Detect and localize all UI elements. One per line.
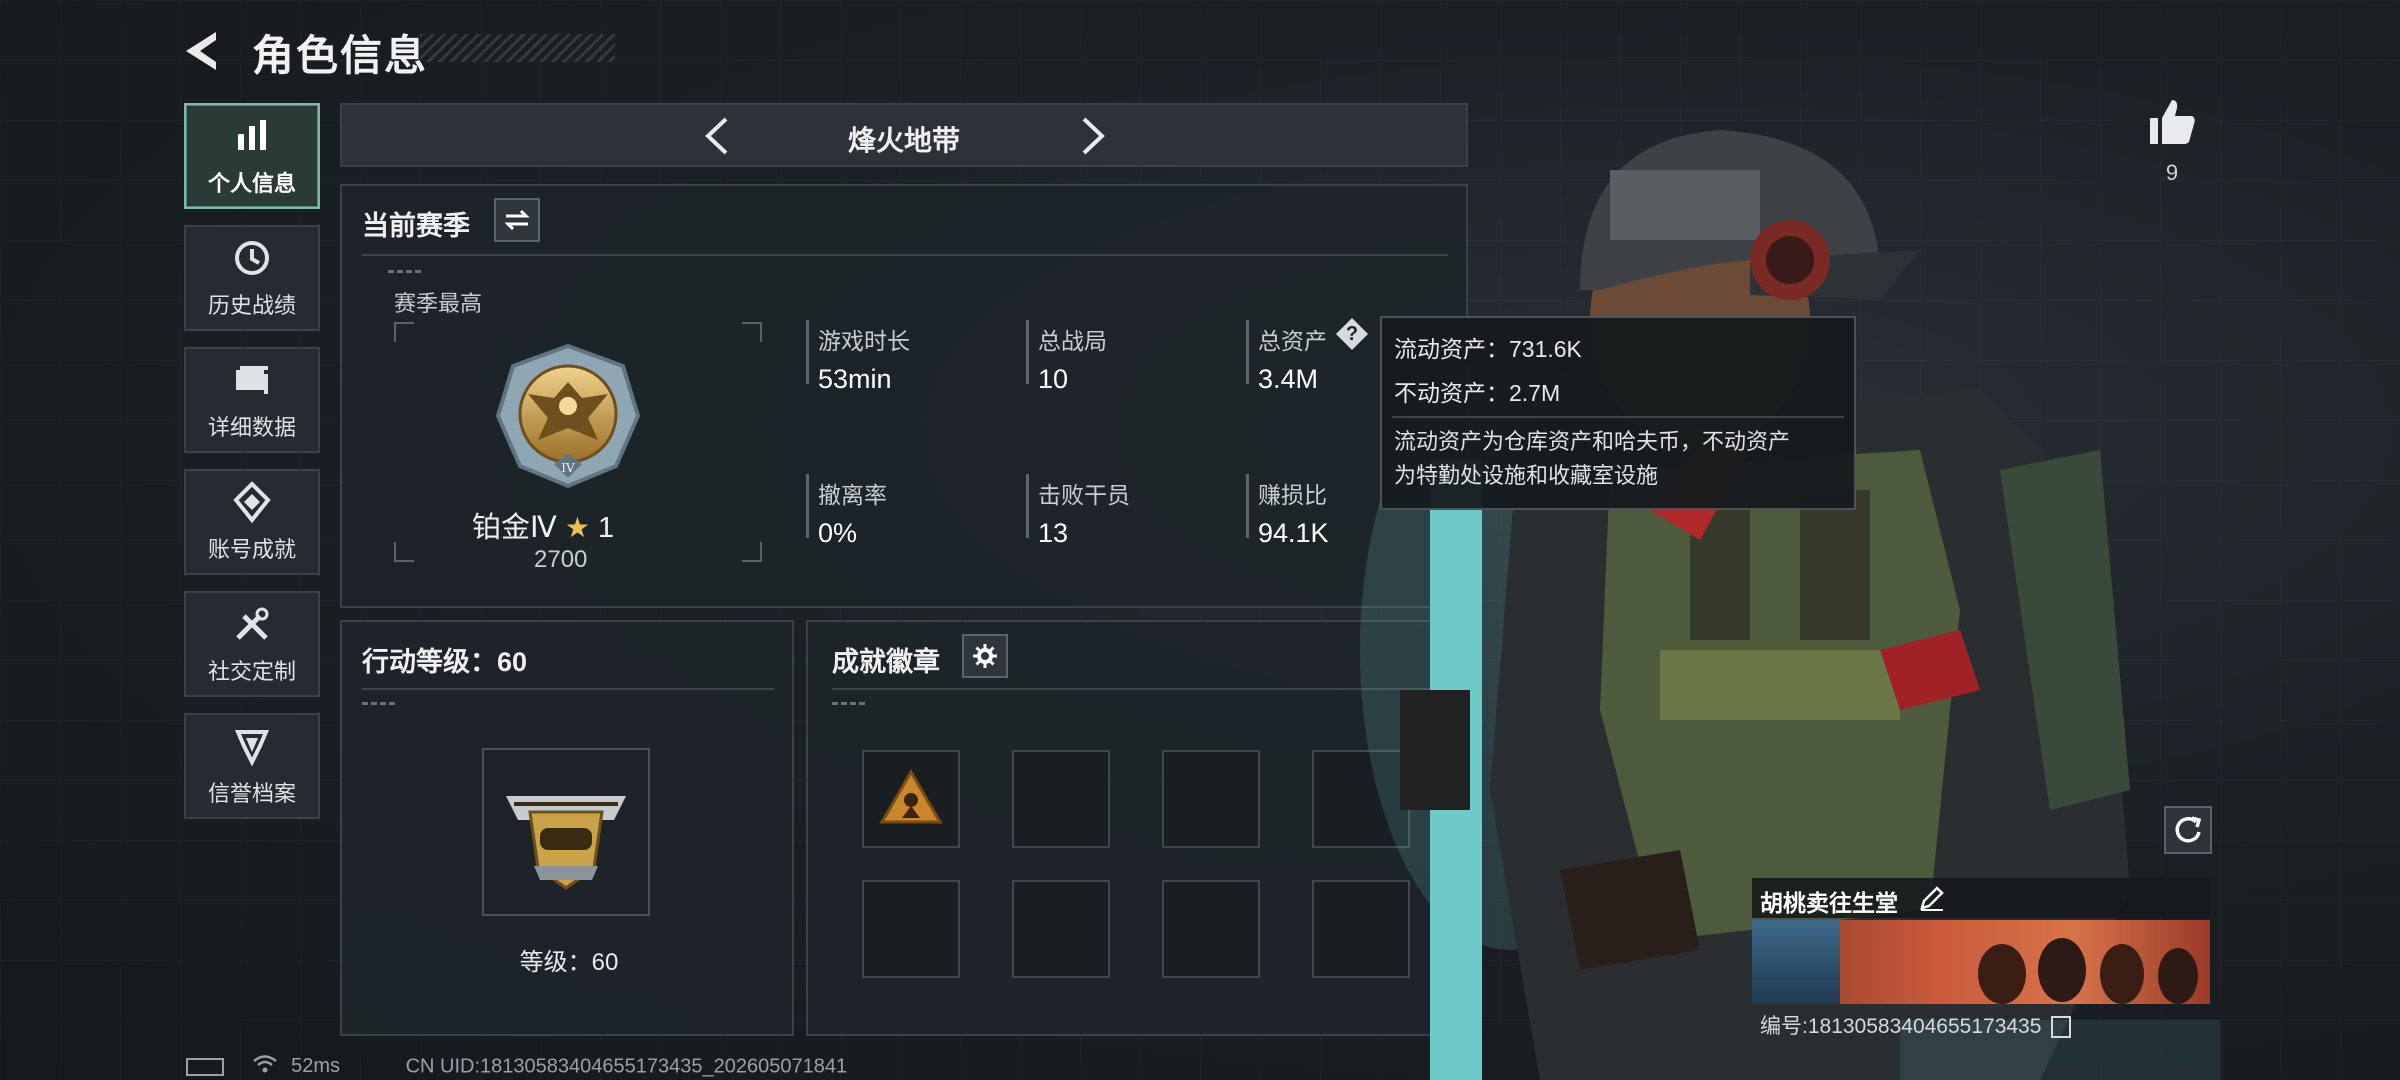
assets-tooltip: 流动资产：731.6K 不动资产：2.7M 流动资产为仓库资产和哈夫币，不动资产… (1380, 316, 1856, 510)
clock-icon (235, 241, 269, 275)
shield-icon (234, 730, 270, 767)
achievement-slot[interactable] (1162, 880, 1260, 978)
rank-name: 铂金Ⅳ (472, 512, 557, 544)
tooltip-liquid-assets: 流动资产：731.6K (1394, 336, 1582, 362)
player-id: 编号:1813058340465517​3435 (1760, 1015, 2042, 1038)
copy-icon[interactable] (2051, 1016, 2072, 1039)
gear-icon (973, 644, 997, 668)
sidebar-item-label: 历史战绩 (207, 293, 296, 318)
season-best-label: 赛季最高 (394, 291, 483, 316)
status-bar: 52ms CN UID:1813058340465517​3435_202605… (186, 1054, 847, 1080)
battery-icon (186, 1058, 224, 1076)
sidebar-item-label: 个人信息 (207, 171, 296, 196)
rank-name-row: 铂金Ⅳ ★ 1 (472, 504, 614, 546)
achievement-slot[interactable] (1162, 750, 1260, 848)
stat-label-extract-rate: 撤离率 (818, 482, 887, 508)
stat-value-matches: 10 (1038, 364, 1069, 394)
action-level-panel: 行动等级：60 等级：60 (340, 620, 794, 1036)
platinum-rank-emblem: IV (495, 343, 641, 489)
achievement-slot[interactable] (1012, 880, 1110, 978)
achievements-settings-button[interactable] (962, 634, 1008, 678)
thumbs-up-icon[interactable] (2144, 94, 2200, 150)
sidebar-item-personal-info[interactable]: 个人信息 (184, 103, 320, 209)
stat-accent (1026, 320, 1029, 384)
sidebar-item-reputation[interactable]: 信誉档案 (184, 713, 320, 819)
divider (1392, 416, 1844, 418)
stat-label-kills: 击败干员 (1038, 482, 1130, 508)
banner-art (1978, 938, 2198, 1004)
level-badge-frame (482, 748, 650, 916)
rank-stars: 1 (598, 512, 615, 544)
player-id-row: 编号:1813058340465517​3435 (1760, 1010, 2072, 1040)
refresh-icon (2175, 816, 2202, 843)
level-text: 等级：60 (519, 949, 619, 976)
stat-label-matches: 总战局 (1038, 328, 1107, 354)
divider (362, 688, 774, 690)
ping-text: 52ms (291, 1055, 341, 1078)
profile-banner[interactable] (1752, 920, 2210, 1004)
decoration (832, 702, 868, 705)
tooltip-note-line1: 流动资产为仓库资产和哈夫币，不动资产 (1394, 429, 1791, 454)
season-title: 当前赛季 (362, 211, 470, 241)
page-title: 角色信息 (252, 32, 429, 79)
decoration (362, 702, 398, 705)
rank-points: 2700 (534, 546, 588, 573)
sidebar-item-label: 账号成就 (207, 537, 296, 562)
stat-label-playtime: 游戏时长 (818, 328, 910, 354)
achievement-slot[interactable] (862, 750, 960, 848)
sidebar-item-label: 社交定制 (207, 659, 296, 684)
sidebar-item-achievements[interactable]: 账号成就 (184, 469, 320, 575)
achievement-badge-icon (879, 769, 943, 824)
sidebar-item-label: 详细数据 (207, 415, 296, 440)
stat-accent (806, 320, 809, 384)
achievement-icon (233, 481, 271, 524)
frame-corner (394, 542, 414, 562)
stat-value-extract-rate: 0% (818, 518, 858, 548)
stat-accent (1026, 474, 1029, 538)
sidebar-item-history[interactable]: 历史战绩 (184, 225, 320, 331)
chevron-right-icon[interactable] (1066, 111, 1116, 161)
frame-corner (742, 542, 762, 562)
season-switch-button[interactable] (494, 198, 540, 242)
tooltip-note-line2: 为特勤处设施和收藏室设施 (1394, 463, 1659, 488)
stat-accent (1246, 474, 1249, 538)
achievement-slot[interactable] (1012, 750, 1110, 848)
stat-accent (806, 474, 809, 538)
stat-value-playtime: 53min (818, 364, 892, 394)
player-name-bar: 胡桃卖往生堂 (1752, 878, 2210, 918)
folder-icon (236, 366, 268, 394)
rank-roman: IV (561, 461, 575, 475)
achievements-title: 成就徽章 (832, 647, 940, 677)
bar-chart-icon (238, 120, 266, 150)
back-arrow-icon[interactable] (178, 26, 228, 76)
frame-corner (394, 322, 414, 342)
sidebar-item-social-custom[interactable]: 社交定制 (184, 591, 320, 697)
action-level-title: 行动等级：60 (362, 647, 528, 677)
frame-corner (742, 322, 762, 342)
star-icon: ★ (564, 512, 590, 543)
uid-text: CN UID:1813058340465517​3435_20260507184… (405, 1055, 848, 1078)
like-count: 9 (2165, 160, 2179, 185)
edit-pencil-icon[interactable] (1918, 884, 1946, 912)
wifi-icon (252, 1054, 278, 1080)
helicopter-level-badge (506, 796, 626, 890)
avatar[interactable] (1752, 920, 1840, 1004)
stat-value-kills: 13 (1038, 518, 1069, 548)
refresh-button[interactable] (2164, 806, 2212, 854)
player-name: 胡桃卖往生堂 (1760, 890, 1898, 916)
swap-icon (504, 209, 530, 231)
sidebar-item-label: 信誉档案 (207, 781, 296, 806)
stat-accent (1246, 320, 1249, 384)
sidebar-item-detail-data[interactable]: 详细数据 (184, 347, 320, 453)
decoration (388, 270, 424, 273)
tooltip-fixed-assets: 不动资产：2.7M (1394, 380, 1561, 406)
achievement-slot[interactable] (862, 880, 960, 978)
tools-icon (236, 607, 269, 640)
title-decoration (420, 34, 615, 62)
